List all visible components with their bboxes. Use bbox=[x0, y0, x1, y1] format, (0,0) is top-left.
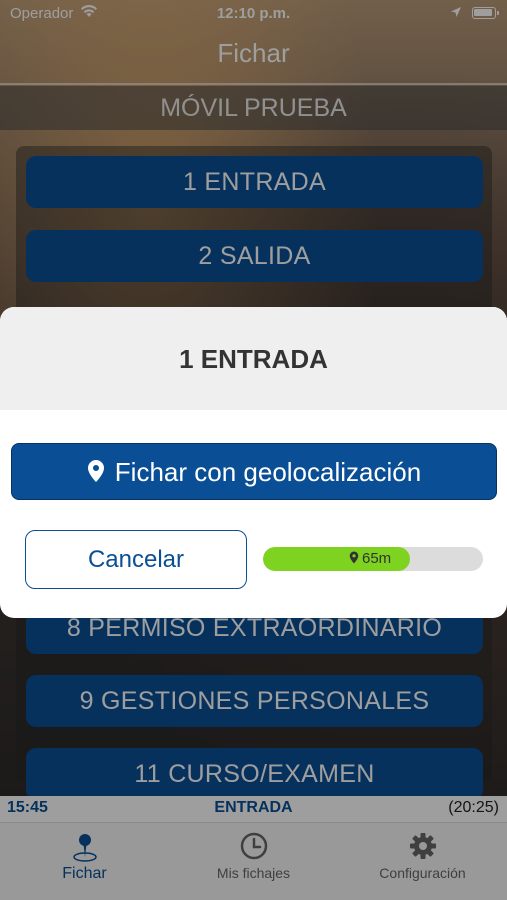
confirm-dialog: 1 ENTRADA Fichar con geolocalización Can… bbox=[0, 307, 507, 618]
small-pin-icon bbox=[349, 551, 359, 564]
dialog-header: 1 ENTRADA bbox=[0, 307, 507, 410]
geolocation-clock-button[interactable]: Fichar con geolocalización bbox=[11, 443, 497, 500]
gps-precision-label: 65m bbox=[349, 550, 391, 567]
gps-precision-value: 65m bbox=[362, 550, 392, 567]
gps-precision-bar: 65m bbox=[263, 547, 483, 571]
geolocation-button-label: Fichar con geolocalización bbox=[114, 457, 422, 487]
dialog-title: 1 ENTRADA bbox=[179, 344, 328, 374]
cancel-button[interactable]: Cancelar bbox=[25, 530, 247, 589]
location-pin-icon bbox=[87, 446, 105, 502]
